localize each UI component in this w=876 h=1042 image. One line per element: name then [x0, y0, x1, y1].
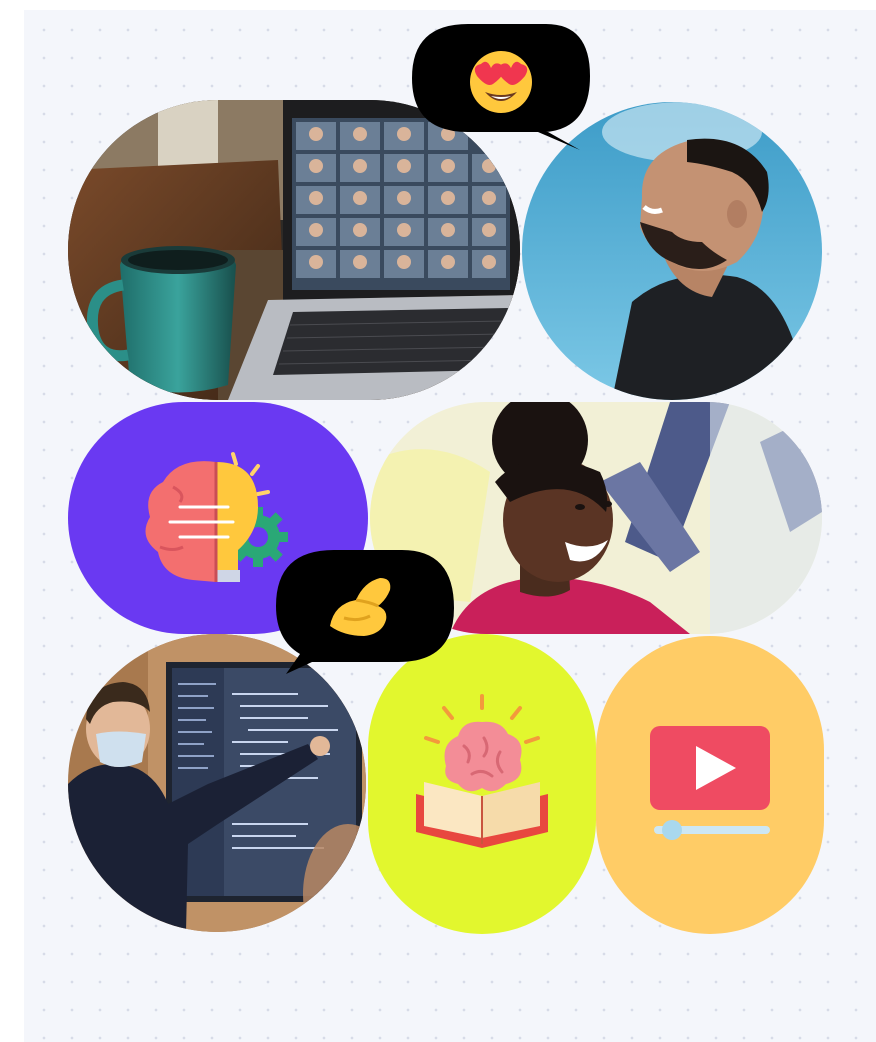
- speech-bubble-icon: [276, 550, 454, 674]
- brain-book-icon: [416, 694, 548, 848]
- video-player-illustration: [596, 636, 824, 934]
- heart-eyes-emoji-bubble: [408, 20, 594, 152]
- pinched-fingers-emoji-bubble: [272, 546, 458, 674]
- brain-book-illustration: [368, 634, 596, 934]
- presenter-code-screen-image: [68, 634, 366, 932]
- video-player-icon: [650, 726, 770, 840]
- speech-bubble-icon: [412, 24, 590, 150]
- presenter-code-screen-photo: [68, 634, 366, 932]
- heart-eyes-emoji-icon: [470, 51, 532, 113]
